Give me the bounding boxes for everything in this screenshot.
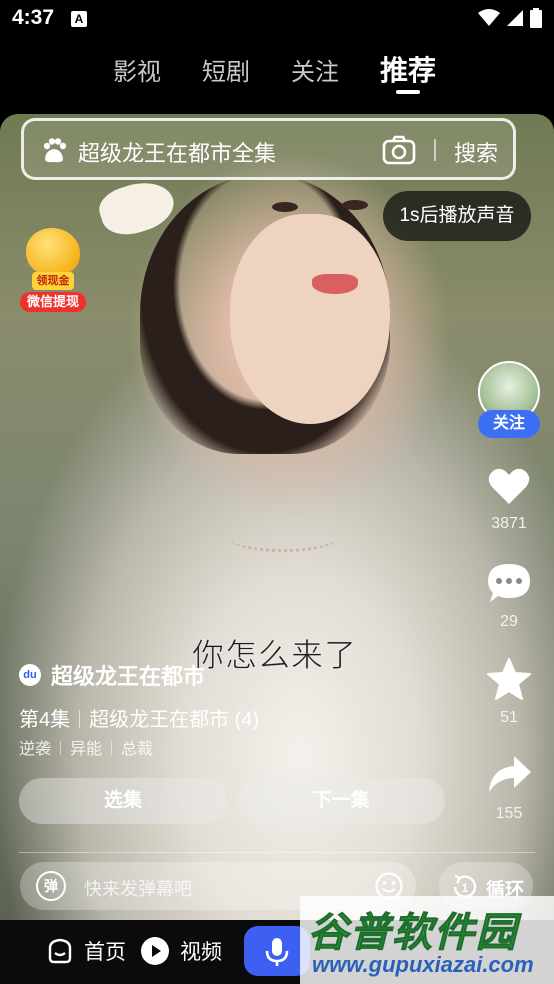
- top-tabs: 影视 短剧 关注 推荐: [0, 38, 554, 110]
- heart-icon: [488, 468, 530, 504]
- danmaku-placeholder: 快来发弹幕吧: [84, 879, 192, 899]
- separator: [79, 710, 81, 728]
- share-count: 155: [495, 805, 523, 822]
- battery-icon: [530, 8, 542, 28]
- search-divider: [434, 139, 436, 161]
- video-player[interactable]: 超级龙王在都市全集 搜索 1s后播放声音 领现金 微信提现 关注 3871 29…: [0, 114, 554, 920]
- tab-short-drama[interactable]: 短剧: [202, 52, 250, 87]
- signal-icon: [507, 10, 523, 26]
- loop-count: 1: [462, 881, 469, 895]
- watermark: 谷普软件园 www.gupuxiazai.com: [300, 896, 554, 984]
- select-episode-button[interactable]: 选集: [19, 778, 227, 824]
- wifi-icon: [478, 9, 500, 26]
- video-subtitle: 你怎么来了: [191, 637, 358, 674]
- status-time: 4:37: [12, 6, 55, 29]
- baidu-paw-icon: [43, 138, 67, 163]
- drama-title-row[interactable]: du 超级龙王在都市: [19, 659, 205, 691]
- episode-number: 第4集: [19, 709, 71, 731]
- home-icon: [48, 938, 72, 964]
- nav-video-label: 视频: [180, 941, 222, 964]
- camera-icon[interactable]: [382, 135, 416, 165]
- du-logo-icon: du: [19, 664, 41, 686]
- watermark-url: www.gupuxiazai.com: [312, 952, 534, 977]
- watermark-title: 谷普软件园: [308, 911, 518, 956]
- reward-label: 微信提现: [20, 292, 86, 312]
- video-frame-eye: [272, 202, 298, 212]
- tab-recommended[interactable]: 推荐: [380, 49, 436, 89]
- status-icons: [478, 8, 542, 28]
- nav-home-label: 首页: [84, 941, 126, 964]
- episode-line[interactable]: 第4集 超级龙王在都市 (4): [19, 703, 259, 732]
- next-episode-button[interactable]: 下一集: [237, 778, 445, 824]
- tag[interactable]: 逆袭: [19, 741, 51, 758]
- star-icon: [487, 658, 531, 700]
- tag[interactable]: 总裁: [121, 741, 153, 758]
- search-input[interactable]: 超级龙王在都市全集: [78, 136, 276, 168]
- danmaku-toggle-icon[interactable]: 弹: [36, 871, 66, 901]
- like-action[interactable]: 3871: [484, 466, 534, 533]
- follow-button[interactable]: 关注: [478, 410, 540, 438]
- cash-reward-widget[interactable]: 领现金 微信提现: [20, 220, 86, 312]
- search-bar[interactable]: 超级龙王在都市全集 搜索: [21, 118, 516, 180]
- reward-tag: 领现金: [32, 272, 74, 290]
- drama-tags: 逆袭 异能 总裁: [19, 735, 153, 759]
- tab-following[interactable]: 关注: [291, 52, 339, 87]
- sound-tip: 1s后播放声音: [383, 191, 531, 241]
- share-action[interactable]: 155: [484, 754, 534, 823]
- piggy-bank-icon: [26, 228, 80, 276]
- like-count: 3871: [491, 515, 527, 532]
- nav-home[interactable]: 首页: [46, 936, 126, 966]
- video-frame-necklace: [228, 522, 338, 552]
- favorite-count: 51: [500, 709, 518, 726]
- search-button[interactable]: 搜索: [454, 136, 498, 168]
- nav-video[interactable]: 视频: [140, 936, 222, 966]
- progress-divider: [19, 852, 535, 853]
- status-bar: 4:37 A: [0, 0, 554, 38]
- comment-count: 29: [500, 613, 518, 630]
- separator: [60, 741, 62, 755]
- video-frame-lips: [312, 274, 358, 294]
- video-frame-face: [230, 214, 390, 424]
- notification-icon: A: [71, 11, 87, 27]
- tag[interactable]: 异能: [70, 741, 102, 758]
- video-play-icon: [141, 937, 169, 965]
- share-icon: [489, 756, 531, 792]
- favorite-action[interactable]: 51: [484, 658, 534, 727]
- separator: [111, 741, 113, 755]
- comment-icon: [488, 564, 530, 602]
- drama-title: 超级龙王在都市: [51, 664, 206, 689]
- video-frame-eye: [342, 200, 368, 210]
- series-name: 超级龙王在都市 (4): [89, 709, 260, 731]
- comment-action[interactable]: 29: [484, 562, 534, 631]
- active-tab-indicator: [396, 90, 420, 94]
- tab-movies[interactable]: 影视: [113, 52, 161, 87]
